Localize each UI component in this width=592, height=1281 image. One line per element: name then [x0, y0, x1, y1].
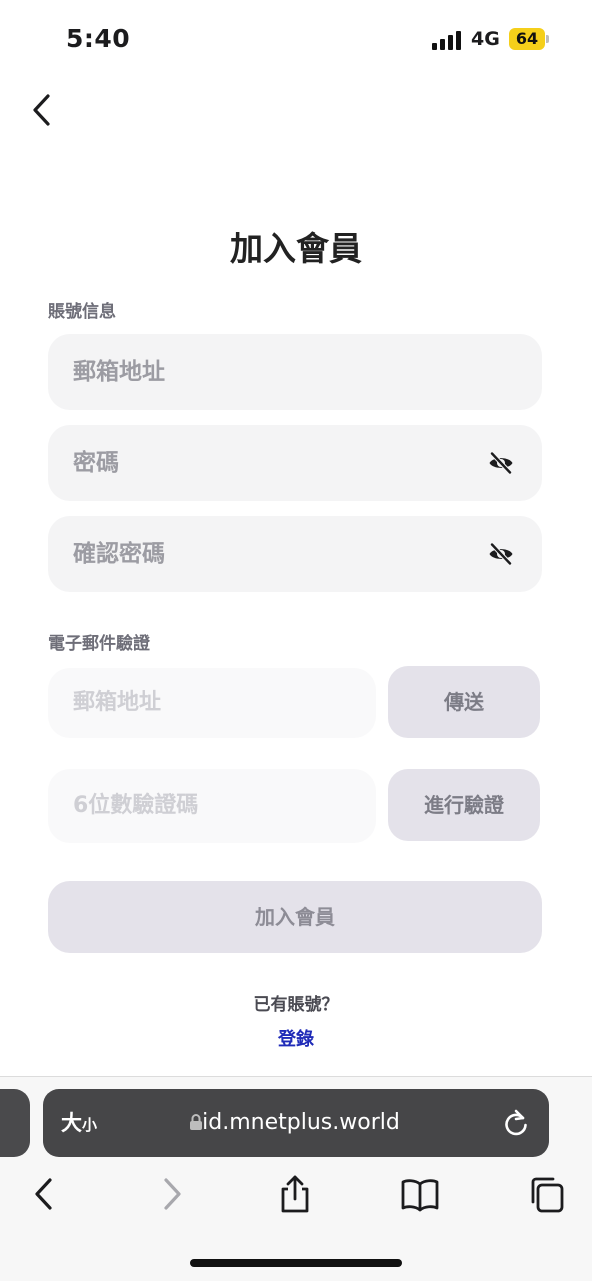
verify-email-placeholder: 郵箱地址 [73, 690, 162, 715]
battery-icon: 64 [509, 28, 545, 50]
chevron-left-icon [33, 94, 50, 126]
submit-button[interactable]: 加入會員 [48, 881, 542, 953]
send-button[interactable]: 傳送 [388, 666, 540, 738]
back-icon[interactable] [24, 1174, 64, 1214]
tabs-icon[interactable] [525, 1174, 565, 1214]
url-text: id.mnetplus.world [202, 1110, 400, 1135]
password-placeholder: 密碼 [73, 450, 119, 476]
login-link[interactable]: 登錄 [0, 1025, 592, 1051]
verify-button[interactable]: 進行驗證 [388, 769, 540, 841]
code-placeholder: 6位數驗證碼 [73, 793, 199, 818]
battery-nub [546, 35, 549, 43]
home-indicator [190, 1259, 402, 1267]
page-title: 加入會員 [230, 229, 362, 268]
verify-email-field[interactable]: 郵箱地址 [48, 668, 376, 738]
network-type: 4G [471, 28, 500, 50]
bookmarks-icon[interactable] [400, 1174, 440, 1214]
eye-off-icon[interactable] [488, 542, 514, 566]
verification-code-field[interactable]: 6位數驗證碼 [48, 769, 376, 843]
have-account-text: 已有賬號？ [253, 995, 339, 1015]
status-time: 5:40 [66, 24, 131, 53]
forward-icon[interactable] [152, 1174, 192, 1214]
account-section-label: 賬號信息 [48, 302, 116, 322]
eye-off-icon[interactable] [488, 451, 514, 475]
confirm-password-placeholder: 確認密碼 [73, 541, 165, 567]
address-bar[interactable]: 大小 id.mnetplus.world [43, 1089, 549, 1157]
verification-section-label: 電子郵件驗證 [48, 634, 150, 654]
signal-strength-icon [432, 30, 464, 50]
email-placeholder: 郵箱地址 [73, 359, 165, 385]
email-field[interactable]: 郵箱地址 [48, 334, 542, 410]
confirm-password-field[interactable]: 確認密碼 [48, 516, 542, 592]
back-button[interactable] [28, 92, 60, 128]
password-field[interactable]: 密碼 [48, 425, 542, 501]
previous-tab-preview[interactable] [0, 1089, 30, 1157]
reload-icon[interactable] [503, 1109, 529, 1137]
share-icon[interactable] [275, 1174, 315, 1214]
